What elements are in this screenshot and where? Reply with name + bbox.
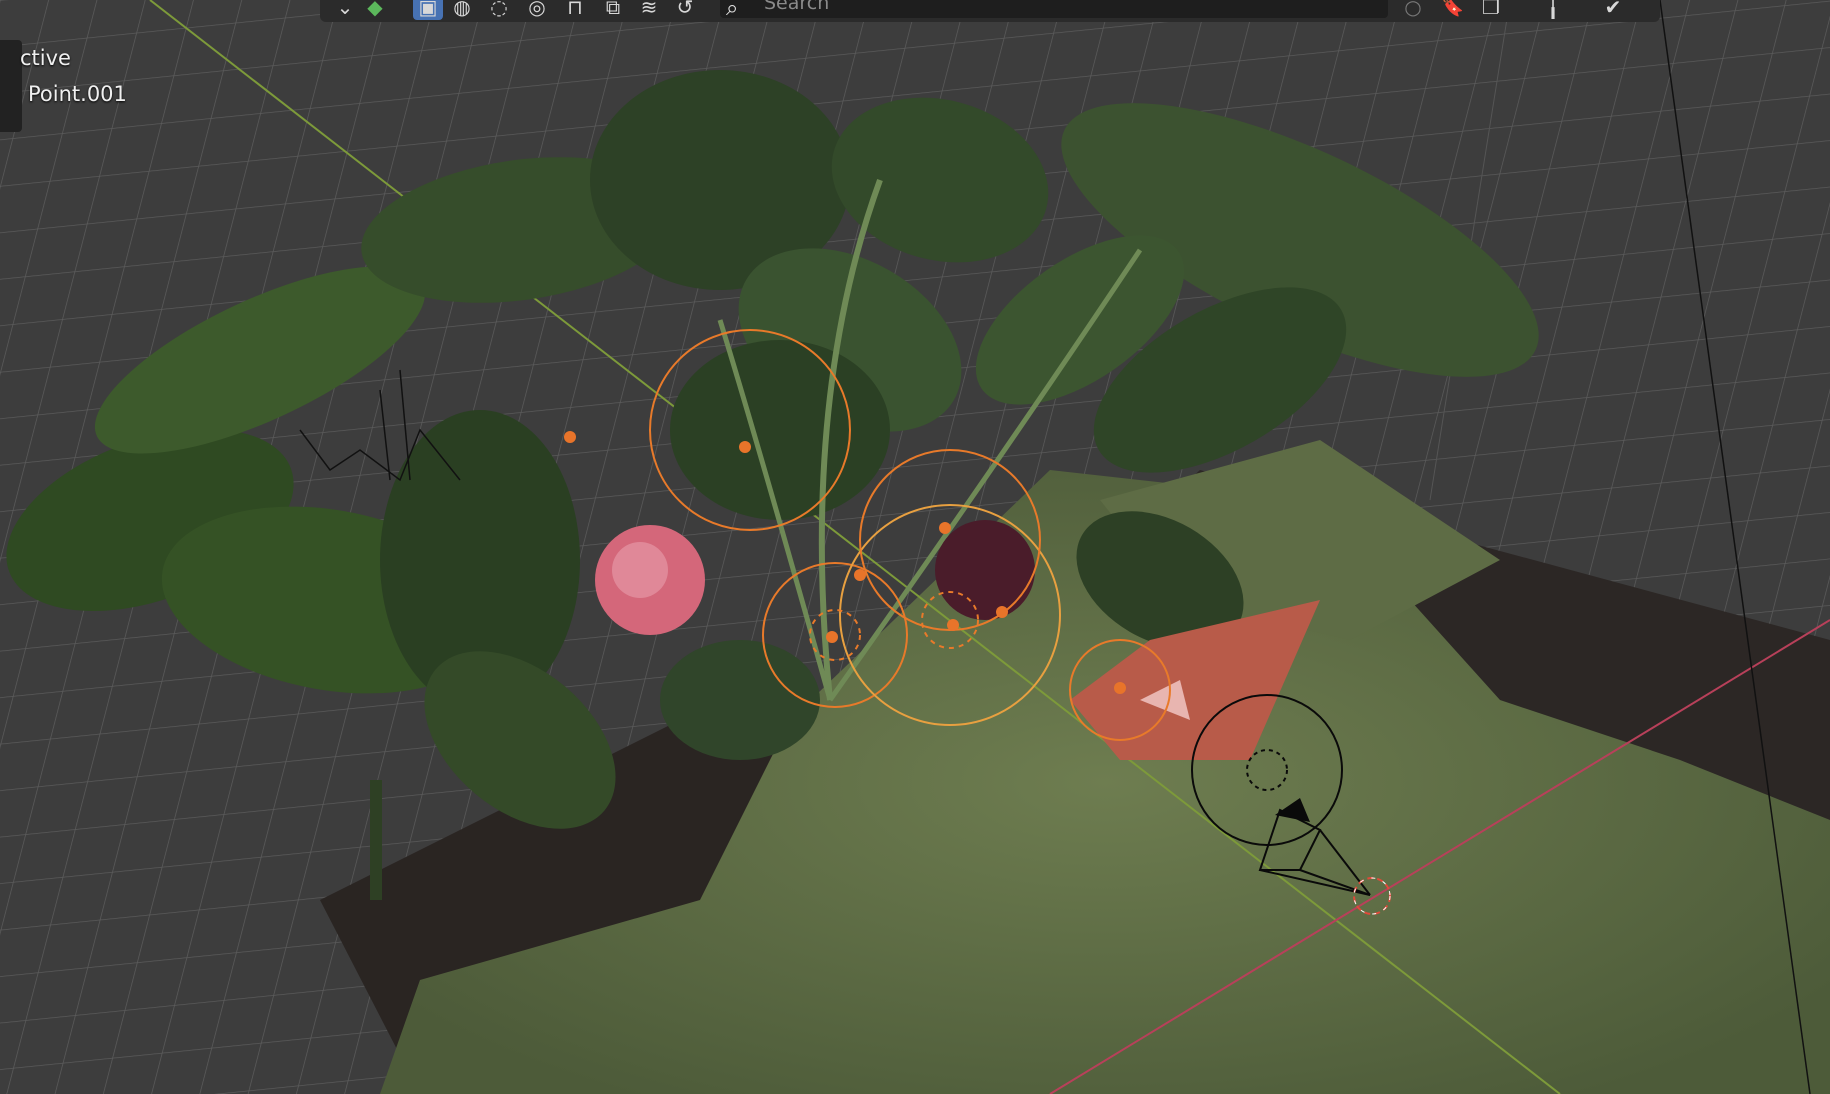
- xray-button[interactable]: ⧉: [598, 0, 628, 20]
- bookmark-icon[interactable]: 🔖: [1438, 0, 1468, 20]
- active-object-name: Point.001: [28, 82, 127, 106]
- circle-toggle-icon[interactable]: ○: [1398, 0, 1428, 20]
- scene-render: [0, 0, 1830, 1094]
- color-cube-icon[interactable]: ◆: [360, 0, 390, 20]
- material-preview-button[interactable]: ◍: [447, 0, 477, 20]
- solid-shading-button[interactable]: ▣: [413, 0, 443, 20]
- viewport-header: ⌄ ◆ ▣ ◍ ◌ ◎ ⊓ ⧉ ≋ ↺ ⌕ Search ○ 🔖 ❐ ╽ ✔: [320, 0, 1660, 22]
- search-field[interactable]: ⌕ Search: [720, 0, 1388, 21]
- search-icon: ⌕: [726, 0, 739, 21]
- loop-button[interactable]: ↺: [670, 0, 700, 20]
- search-placeholder: Search: [764, 0, 830, 14]
- viewport-mode-text: ctive: [20, 46, 71, 70]
- overlays-button[interactable]: ⊓: [560, 0, 590, 20]
- render-preview-button[interactable]: ◌: [484, 0, 514, 20]
- copy-dropdown-icon[interactable]: ❐: [1476, 0, 1506, 20]
- pin-dropdown-icon[interactable]: ╽: [1538, 0, 1568, 20]
- curves-button[interactable]: ≋: [634, 0, 664, 20]
- check-shield-icon[interactable]: ✔: [1598, 0, 1628, 20]
- dropdown-chevron-icon[interactable]: ⌄: [330, 0, 360, 20]
- world-shading-button[interactable]: ◎: [522, 0, 552, 20]
- 3d-viewport[interactable]: ⌄ ◆ ▣ ◍ ◌ ◎ ⊓ ⧉ ≋ ↺ ⌕ Search ○ 🔖 ❐ ╽ ✔ c…: [0, 0, 1830, 1094]
- side-panel-tab[interactable]: [0, 40, 22, 132]
